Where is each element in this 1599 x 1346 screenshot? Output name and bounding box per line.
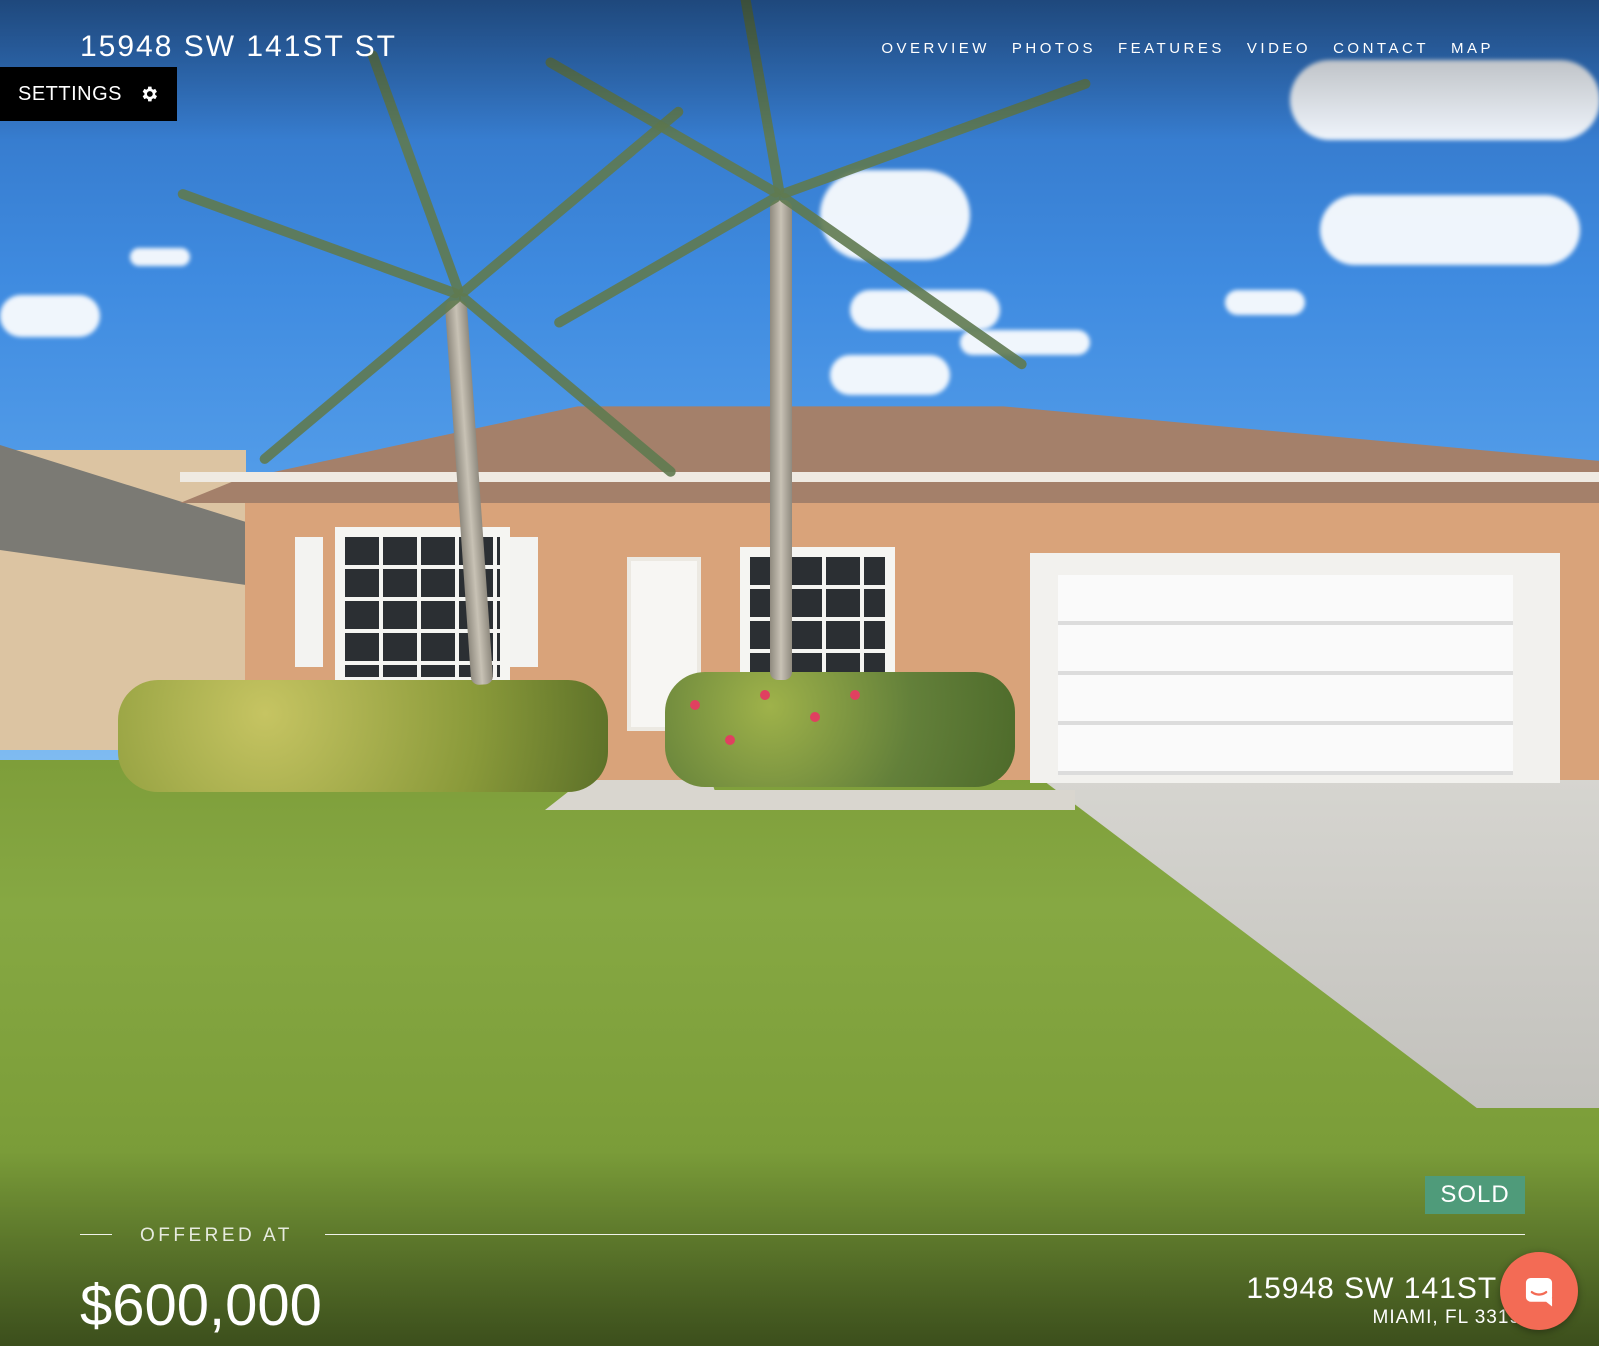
cloud — [1320, 195, 1580, 265]
chat-button[interactable] — [1500, 1252, 1578, 1330]
nav-video[interactable]: VIDEO — [1247, 40, 1311, 57]
offered-row: OFFERED AT — [80, 1225, 1525, 1249]
shutter — [510, 537, 538, 667]
listing-city: MIAMI, FL 3319 — [1372, 1307, 1521, 1328]
cloud — [1225, 290, 1305, 315]
top-shade — [0, 0, 1599, 140]
nav-contact[interactable]: CONTACT — [1333, 40, 1429, 57]
settings-label: SETTINGS — [18, 82, 123, 105]
site-title[interactable]: 15948 SW 141ST ST — [80, 30, 397, 64]
offered-label: OFFERED AT — [140, 1225, 293, 1246]
hedge — [118, 680, 608, 792]
nav-overview[interactable]: OVERVIEW — [881, 40, 990, 57]
nav-map[interactable]: MAP — [1451, 40, 1494, 57]
window — [740, 547, 895, 685]
gear-icon — [142, 86, 157, 102]
hero-photo — [0, 0, 1599, 1346]
nav-photos[interactable]: PHOTOS — [1012, 40, 1096, 57]
nav-features[interactable]: FEATURES — [1118, 40, 1225, 57]
roof-trim — [180, 472, 1599, 482]
listing-price: $600,000 — [80, 1273, 322, 1338]
palm-trunk — [770, 200, 792, 680]
shutter — [295, 537, 323, 667]
cloud — [130, 248, 190, 266]
main-nav: OVERVIEW PHOTOS FEATURES VIDEO CONTACT M… — [881, 40, 1494, 57]
cloud — [820, 170, 970, 260]
flower — [810, 712, 820, 722]
cloud — [0, 295, 100, 337]
flower — [760, 690, 770, 700]
divider — [80, 1234, 112, 1235]
flower — [850, 690, 860, 700]
garage-door — [1058, 575, 1513, 775]
listing-address: 15948 SW 141ST S — [1246, 1272, 1527, 1305]
flower — [725, 735, 735, 745]
cloud — [830, 355, 950, 395]
settings-button[interactable]: SETTINGS — [0, 67, 177, 121]
status-badge: SOLD — [1425, 1176, 1525, 1214]
hedge — [665, 672, 1015, 787]
flower — [690, 700, 700, 710]
divider — [325, 1234, 1525, 1235]
chat-icon — [1525, 1277, 1553, 1307]
